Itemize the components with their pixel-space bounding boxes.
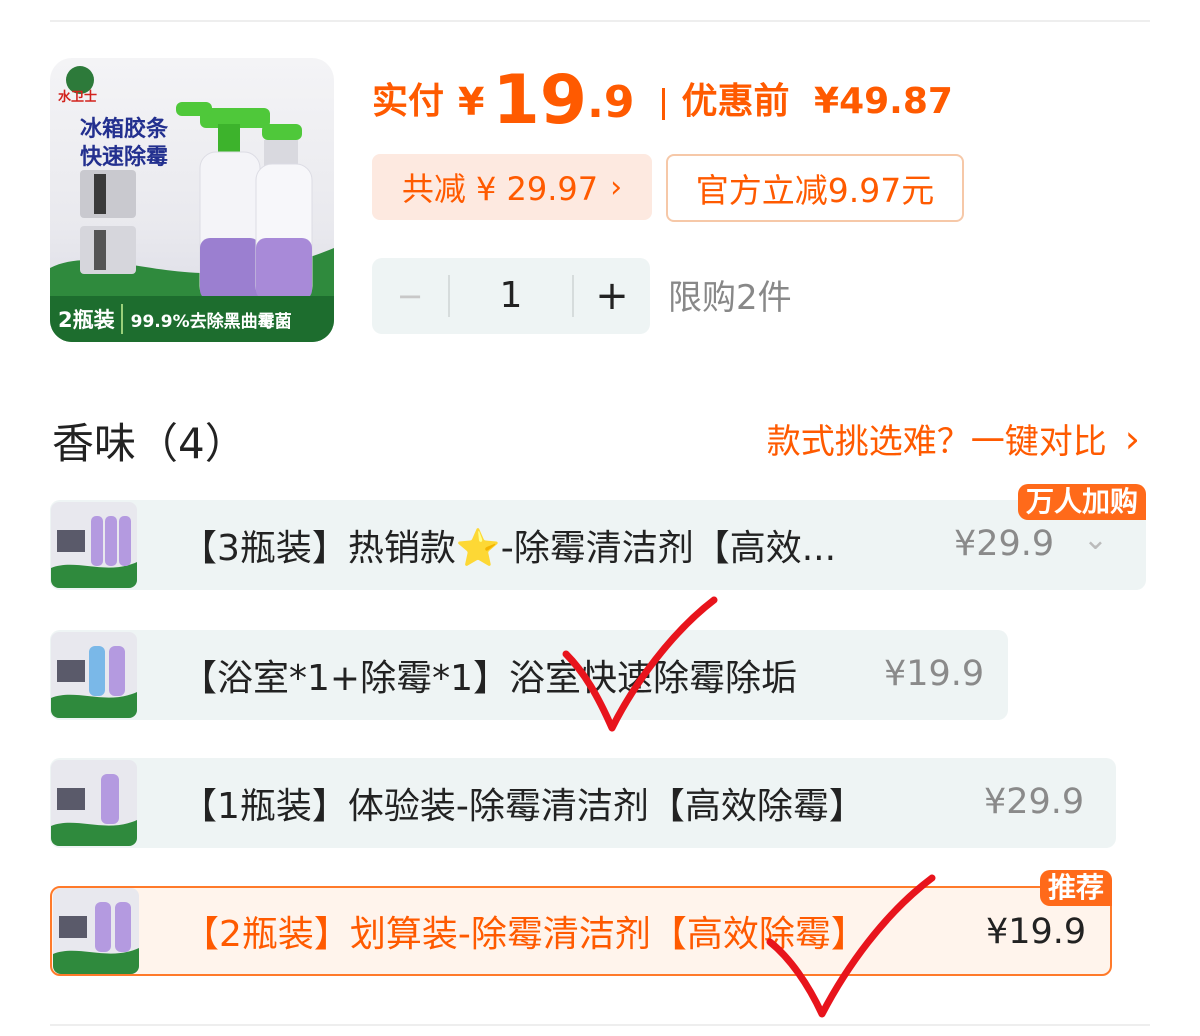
variant-option[interactable]: 【浴室*1+除霉*1】浴室快速除霉除垢 ¥19.9 [50,630,1008,720]
official-discount-chip: 官方立减9.97元 [666,154,964,222]
price-divider [662,88,666,120]
increase-button[interactable]: + [574,273,650,319]
variant-price: ¥29.9 [984,782,1085,822]
variant-section-title: 香味（4） [52,419,247,468]
compare-link[interactable]: 款式挑选难？一键对比 › [767,414,1140,463]
variant-label: 【1瓶装】体验装-除霉清洁剂【高效除霉】 [181,786,865,827]
product-image-brand: 水卫士 [58,90,98,105]
variant-price: ¥19.9 [884,654,985,694]
paid-price-integer: 19 [492,61,588,140]
variant-thumbnail [51,632,137,718]
bottom-divider [50,1024,1150,1026]
chevron-down-icon[interactable]: ⌄ [1083,522,1108,557]
total-saved-chip[interactable]: 共减 ¥ 29.97 › [372,154,652,220]
variant-thumbnail [51,760,137,846]
variant-price: ¥29.9 [954,524,1055,564]
variant-option-selected[interactable]: 【2瓶装】划算装-除霉清洁剂【高效除霉】 ¥19.9 推荐 [50,870,1112,976]
variant-thumbnail [51,502,137,588]
variant-price: ¥19.9 [986,912,1087,952]
product-image[interactable]: 水卫士 冰箱胶条 快速除霉 2瓶装 99.9%去除黑曲霉菌 [50,58,334,342]
price-row: 实付 ¥ 19 .9 优惠前 ¥49.87 [372,56,953,136]
paid-price-decimal: .9 [587,77,635,128]
variant-label: 【3瓶装】热销款⭐-除霉清洁剂【高效... [181,528,837,569]
original-price-label: 优惠前 ¥49.87 [681,81,953,122]
chevron-right-icon: › [1124,416,1140,461]
variant-option[interactable]: 【1瓶装】体验装-除霉清洁剂【高效除霉】 ¥29.9 [50,758,1116,848]
chevron-right-icon: › [610,169,623,205]
product-image-title: 冰箱胶条 快速除霉 [80,117,169,170]
variant-thumbnail [53,888,139,974]
variant-badge: 万人加购 [1017,484,1146,520]
decrease-button[interactable]: − [372,277,448,315]
quantity-stepper: − 1 + [372,258,650,334]
variant-label: 【浴室*1+除霉*1】浴室快速除霉除垢 [181,658,797,699]
currency-symbol: ¥ [458,80,485,124]
purchase-limit: 限购2件 [668,278,792,318]
variant-badge: 推荐 [1039,870,1112,906]
paid-label: 实付 [372,81,445,122]
variant-option[interactable]: 【3瓶装】热销款⭐-除霉清洁剂【高效... ¥29.9 ⌄ 万人加购 [50,484,1146,590]
product-image-banner: 2瓶装 99.9%去除黑曲霉菌 [50,296,334,342]
quantity-input[interactable]: 1 [448,275,574,317]
variant-label: 【2瓶装】划算装-除霉清洁剂【高效除霉】 [183,914,867,955]
top-divider [50,20,1150,22]
